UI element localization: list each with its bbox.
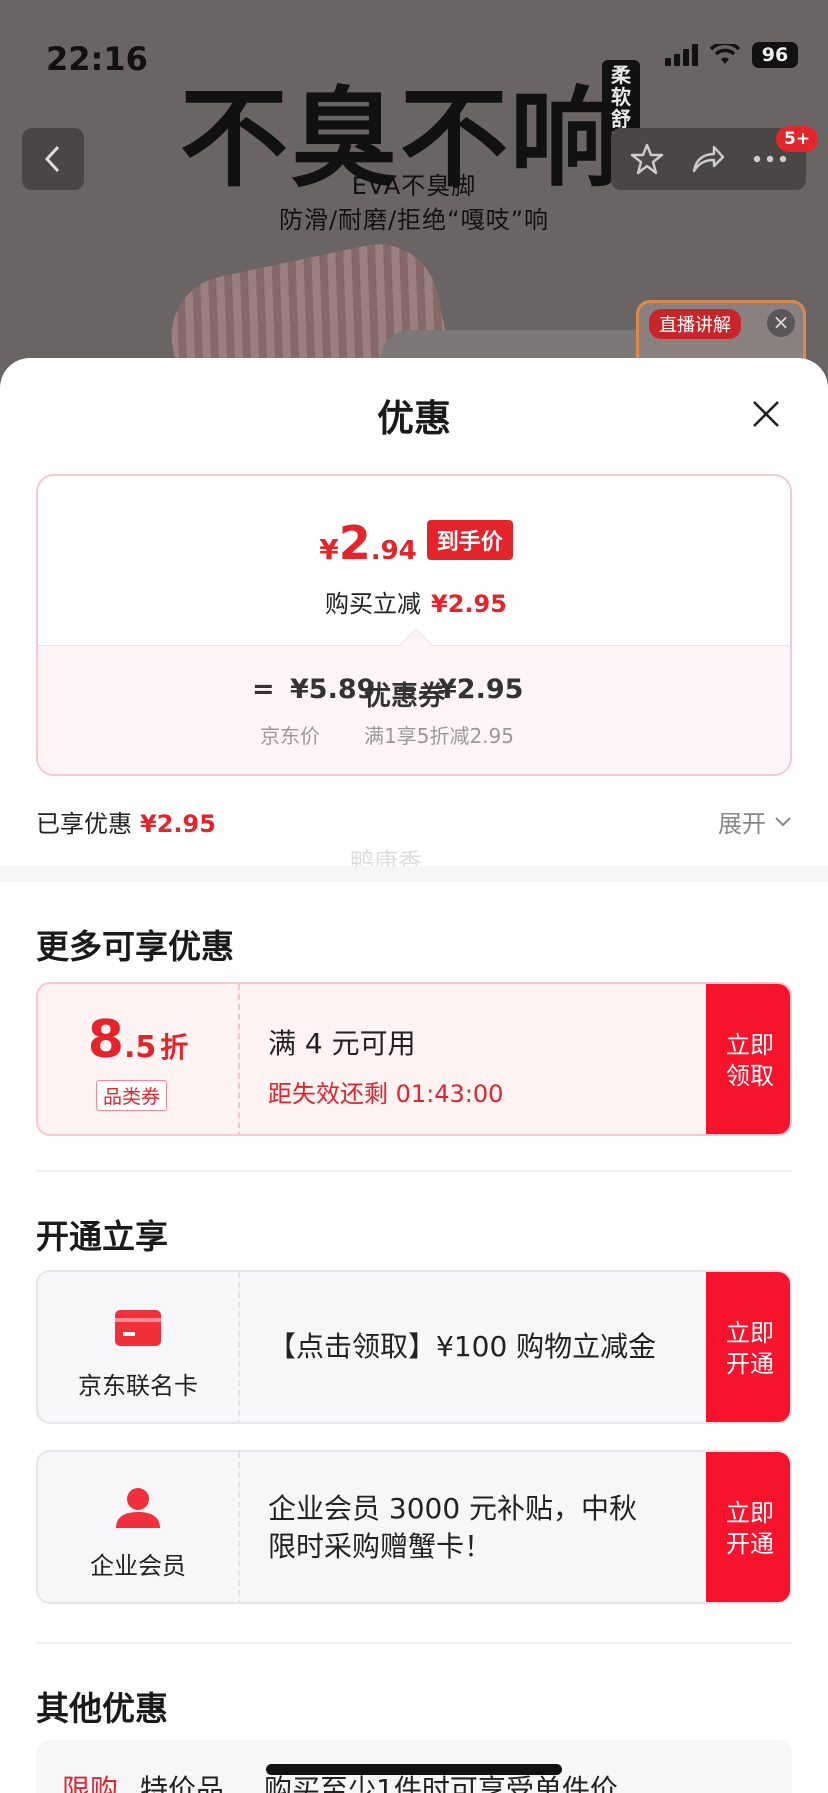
rate-int: 8 xyxy=(87,1010,124,1070)
sheet-title: 优惠 xyxy=(377,397,451,440)
instant-discount-value: ¥2.95 xyxy=(431,590,507,618)
final-price-tag: 到手价 xyxy=(426,520,513,560)
enterprise-left: 企业会员 xyxy=(38,1452,238,1602)
price-dec: .94 xyxy=(370,536,417,566)
other-offers-title: 其他优惠 xyxy=(36,1689,168,1728)
live-label: 直播讲解 xyxy=(649,309,741,339)
credit-card-icon xyxy=(115,1310,161,1346)
enjoyed-value: ¥2.95 xyxy=(140,810,216,838)
open-enterprise-label: 立即开通 xyxy=(726,1499,774,1558)
claim-coupon-button[interactable]: 立即领取 xyxy=(706,984,790,1134)
enterprise-desc-2: 限时采购赠蟹卡！ xyxy=(268,1530,493,1563)
jd-card-label: 京东联名卡 xyxy=(78,1372,198,1400)
status-icons: 96 xyxy=(665,42,798,68)
share-icon[interactable] xyxy=(690,143,726,175)
chevron-left-icon xyxy=(44,145,60,173)
enjoyed-label: 已享优惠 xyxy=(36,810,132,838)
price-breakdown-card: ¥ 2 .94 到手价 购买立减 ¥2.95 = ¥5.89 − 优惠券 ¥2.… xyxy=(36,474,792,776)
expand-button[interactable]: 展开 xyxy=(718,804,792,839)
final-price-row: ¥ 2 .94 到手价 xyxy=(38,516,790,570)
coupon-rate: 8.5 折 xyxy=(38,1010,238,1070)
divider xyxy=(36,1170,792,1172)
enterprise-label: 企业会员 xyxy=(90,1552,186,1580)
product-page-background: 不臭不响 柔软舒适 EVA不臭脚 防滑/耐磨/拒绝“嘎吱”响 22:16 96 … xyxy=(0,0,828,380)
coupon-rate-area: 8.5 折 品类券 xyxy=(38,984,238,1134)
enterprise-details: 企业会员 3000 元补贴，中秋 限时采购赠蟹卡！ xyxy=(238,1452,706,1602)
offers-sheet: 优惠 ¥ 2 .94 到手价 购买立减 ¥2.95 = ¥5.89 − 优惠券 … xyxy=(0,358,828,1793)
message-badge: 5+ xyxy=(776,126,819,152)
open-jd-card-label: 立即开通 xyxy=(726,1319,774,1378)
battery-icon: 96 xyxy=(752,42,798,68)
equals-sign: = xyxy=(252,674,275,705)
close-icon[interactable]: × xyxy=(767,309,795,337)
coupon-condition: 满 4 元可用 xyxy=(268,1027,416,1060)
jd-card-desc: 【点击领取】¥100 购物立减金 xyxy=(268,1330,657,1363)
status-time: 22:16 xyxy=(46,40,148,78)
more-offers-title: 更多可享优惠 xyxy=(36,927,234,966)
section-gap xyxy=(0,866,828,882)
jd-card-offer: 京东联名卡 【点击领取】¥100 购物立减金 立即开通 xyxy=(36,1270,792,1424)
back-button[interactable] xyxy=(22,128,84,190)
coupon-label: 优惠券 xyxy=(364,681,445,712)
hero-subtitle-2: 防滑/耐磨/拒绝“嘎吱”响 xyxy=(278,206,550,234)
open-to-enjoy-title: 开通立享 xyxy=(36,1217,168,1256)
price-symbol: ¥ xyxy=(319,533,339,566)
chevron-down-icon xyxy=(775,816,791,826)
jd-card-details: 【点击领取】¥100 购物立减金 xyxy=(238,1272,706,1422)
open-jd-card-button[interactable]: 立即开通 xyxy=(706,1272,790,1422)
divider xyxy=(36,1642,792,1644)
enterprise-desc-1: 企业会员 3000 元补贴，中秋 xyxy=(268,1492,638,1525)
close-icon[interactable] xyxy=(750,398,782,430)
open-enterprise-button[interactable]: 立即开通 xyxy=(706,1452,790,1602)
coupon-timer: 距失效还剩 01:43:00 xyxy=(268,1080,504,1108)
limit-tag: 限购 xyxy=(62,1773,119,1793)
cellular-signal-icon xyxy=(665,44,698,66)
limit-category: 特价品 xyxy=(140,1773,225,1793)
category-coupon: 8.5 折 品类券 满 4 元可用 距失效还剩 01:43:00 立即领取 xyxy=(36,982,792,1136)
claim-coupon-label: 立即领取 xyxy=(726,1031,774,1090)
coupon-type-tag: 品类券 xyxy=(96,1080,168,1111)
coupon-value: ¥2.95 xyxy=(438,674,524,705)
wifi-icon xyxy=(710,44,740,64)
final-price: ¥ 2 .94 xyxy=(319,516,417,570)
star-icon[interactable] xyxy=(630,142,664,176)
coupon-caption: 满1享5折减2.95 xyxy=(364,724,514,748)
jd-card-left: 京东联名卡 xyxy=(38,1272,238,1422)
home-indicator[interactable] xyxy=(266,1764,562,1775)
more-icon[interactable] xyxy=(753,155,787,163)
expand-label: 展开 xyxy=(718,810,766,838)
jd-price: ¥5.89 xyxy=(290,674,376,705)
coupon-details: 满 4 元可用 距失效还剩 01:43:00 xyxy=(238,984,706,1134)
instant-discount: 购买立减 ¥2.95 xyxy=(38,584,790,619)
rate-dec: .5 xyxy=(123,1030,157,1065)
price-int: 2 xyxy=(338,516,371,570)
jd-price-caption: 京东价 xyxy=(260,724,320,748)
enterprise-member-offer: 企业会员 企业会员 3000 元补贴，中秋 限时采购赠蟹卡！ 立即开通 xyxy=(36,1450,792,1604)
rate-unit: 折 xyxy=(160,1031,189,1064)
instant-discount-label: 购买立减 xyxy=(325,590,422,618)
person-icon xyxy=(116,1488,160,1528)
enjoyed-discount: 已享优惠 ¥2.95 xyxy=(36,804,216,839)
